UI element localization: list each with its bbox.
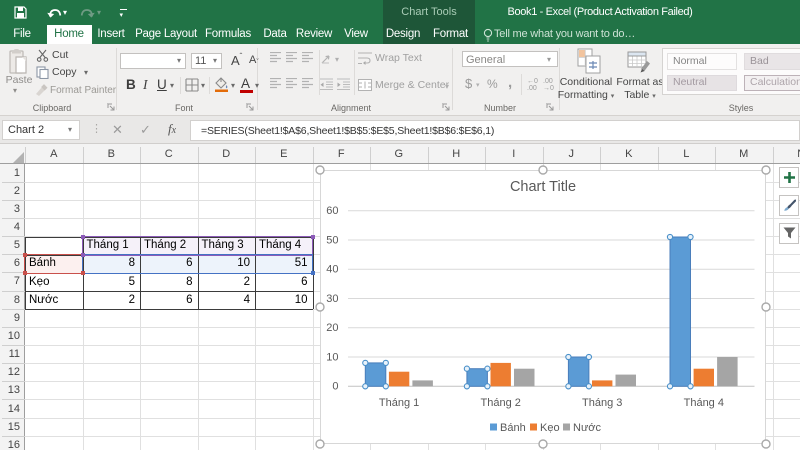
- svg-text:30: 30: [326, 293, 338, 305]
- svg-text:Kẹo: Kẹo: [540, 422, 560, 434]
- svg-text:Nước: Nước: [573, 422, 602, 434]
- svg-text:60: 60: [326, 205, 338, 217]
- svg-text:0: 0: [332, 381, 338, 393]
- svg-text:Bánh: Bánh: [500, 422, 526, 434]
- svg-text:Tháng 3: Tháng 3: [582, 397, 622, 409]
- svg-text:Tháng 1: Tháng 1: [379, 397, 419, 409]
- svg-text:Tháng 4: Tháng 4: [684, 397, 724, 409]
- svg-text:20: 20: [326, 322, 338, 334]
- svg-text:50: 50: [326, 234, 338, 246]
- svg-text:10: 10: [326, 351, 338, 363]
- svg-text:Tháng 2: Tháng 2: [481, 397, 521, 409]
- svg-text:40: 40: [326, 264, 338, 276]
